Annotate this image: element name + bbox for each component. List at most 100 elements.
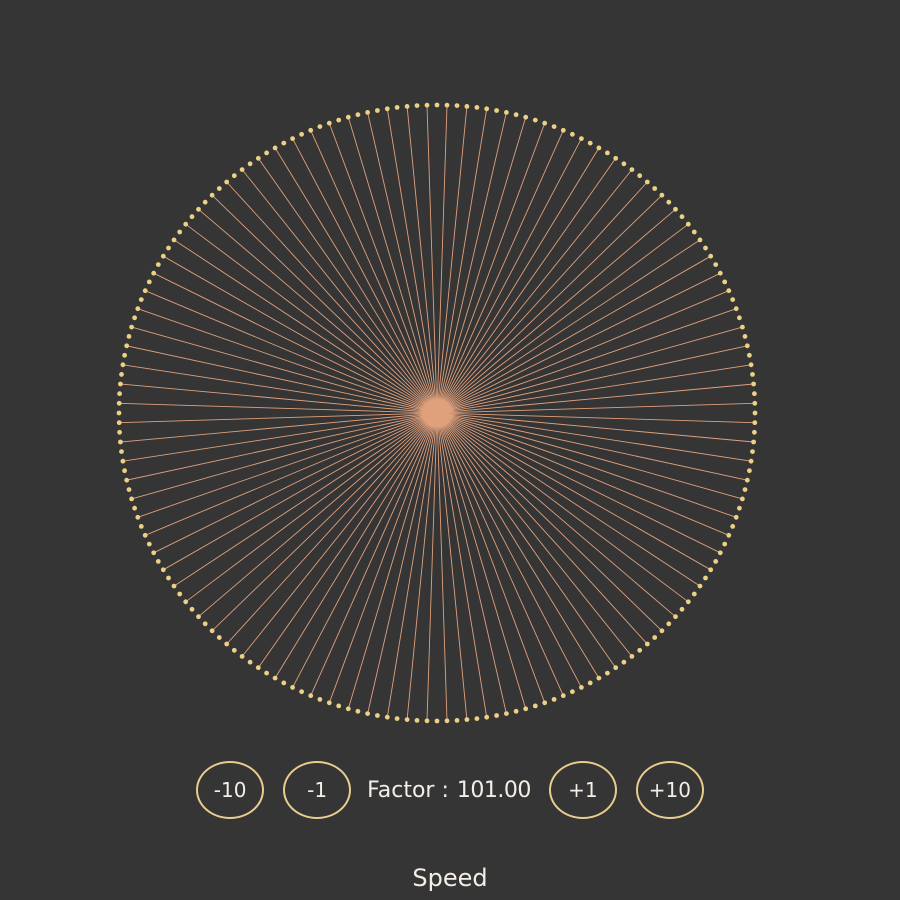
ring-dot xyxy=(281,680,287,686)
ring-dot xyxy=(637,173,643,179)
ring-dot xyxy=(120,362,126,368)
ring-dot xyxy=(355,112,361,118)
ring-dot xyxy=(142,532,148,538)
ring-dot xyxy=(414,103,420,108)
ring-dot xyxy=(394,105,400,110)
ring-dot xyxy=(239,654,245,659)
ring-dot xyxy=(542,120,548,126)
ring-dot xyxy=(596,145,602,151)
ring-dot xyxy=(733,514,739,520)
ring-dot xyxy=(752,400,758,406)
ring-dot xyxy=(151,550,157,556)
increase-1-button[interactable]: +1 xyxy=(548,761,617,819)
speed-label: Speed xyxy=(412,864,488,892)
ring-dot xyxy=(748,362,754,368)
times-table-circle xyxy=(116,102,758,724)
ring-dot xyxy=(336,703,342,709)
ring-dot xyxy=(424,718,430,724)
factor-readout: Factor : 101.00 xyxy=(367,778,531,803)
ring-dot xyxy=(124,477,130,483)
ring-dot xyxy=(166,575,171,581)
ring-dot xyxy=(703,575,708,581)
ring-dot xyxy=(255,155,261,161)
ring-dot xyxy=(202,621,208,627)
ring-dot xyxy=(336,117,342,123)
ring-dot xyxy=(673,206,678,212)
ring-dot xyxy=(138,524,144,529)
ring-dot xyxy=(551,124,557,129)
ring-dot xyxy=(146,279,152,285)
ring-dot xyxy=(587,140,593,146)
ring-dot xyxy=(733,306,739,312)
ring-dot xyxy=(613,665,619,671)
ring-dot xyxy=(748,458,754,464)
ring-dot xyxy=(752,420,758,426)
ring-dot xyxy=(255,665,261,671)
ring-dot xyxy=(713,262,719,267)
ring-dot xyxy=(605,670,610,676)
ring-dot xyxy=(666,621,672,627)
factor-label: Factor : xyxy=(367,777,449,803)
ring-dot xyxy=(750,449,755,454)
ring-dot xyxy=(281,140,287,146)
ring-dot xyxy=(579,136,584,142)
ring-dot xyxy=(730,524,736,529)
ring-dot xyxy=(726,288,732,294)
ring-dot xyxy=(231,647,237,653)
ring-dot xyxy=(155,559,161,564)
ring-dot xyxy=(326,700,332,706)
ring-dot xyxy=(750,372,755,377)
ring-dot xyxy=(317,697,323,702)
ring-dot xyxy=(605,150,610,156)
ring-dot xyxy=(216,635,222,640)
ring-dot xyxy=(160,253,166,259)
ring-dot xyxy=(224,641,230,647)
ring-dot xyxy=(132,315,138,321)
ring-dot xyxy=(587,680,593,686)
ring-dot xyxy=(119,449,124,454)
ring-dot xyxy=(177,591,183,597)
ring-dot xyxy=(742,487,748,492)
ring-dot xyxy=(375,713,380,718)
ring-dot xyxy=(464,717,470,722)
ring-dot xyxy=(744,477,750,483)
ring-dot xyxy=(202,199,208,205)
ring-dot xyxy=(637,647,643,653)
ring-dot xyxy=(177,229,183,235)
ring-dot xyxy=(129,496,135,502)
ring-dot xyxy=(444,718,450,724)
ring-dot xyxy=(703,245,708,251)
ring-dot xyxy=(135,306,141,312)
ring-dot xyxy=(308,127,314,133)
ring-dot xyxy=(239,167,245,173)
decrease-10-button[interactable]: -10 xyxy=(196,761,265,819)
ring-dot xyxy=(118,439,123,445)
ring-dot xyxy=(551,697,557,702)
ring-dot xyxy=(384,106,390,112)
ring-dot xyxy=(542,700,548,706)
ring-dot xyxy=(404,104,410,109)
ring-dot xyxy=(752,391,757,397)
ring-dot xyxy=(272,675,278,681)
ring-dot xyxy=(129,324,135,330)
ring-dot xyxy=(691,229,697,235)
ring-dot xyxy=(290,136,295,142)
ring-dot xyxy=(726,532,732,538)
ring-dot xyxy=(224,179,230,185)
ring-dot xyxy=(691,591,697,597)
ring-dot xyxy=(717,550,723,556)
ring-dot xyxy=(384,714,390,720)
ring-dot xyxy=(120,458,126,464)
ring-dot xyxy=(722,279,728,285)
ring-dot xyxy=(751,381,756,387)
decrease-1-button[interactable]: -1 xyxy=(283,761,352,819)
ring-dot xyxy=(494,713,499,718)
ring-dot xyxy=(737,505,742,511)
increase-10-button[interactable]: +10 xyxy=(635,761,704,819)
ring-dot xyxy=(117,391,122,397)
factor-value: 101.00 xyxy=(456,777,531,803)
ring-dot xyxy=(434,102,440,108)
ring-dot xyxy=(444,102,450,108)
ring-dot xyxy=(126,487,132,492)
ring-dot xyxy=(317,124,323,129)
